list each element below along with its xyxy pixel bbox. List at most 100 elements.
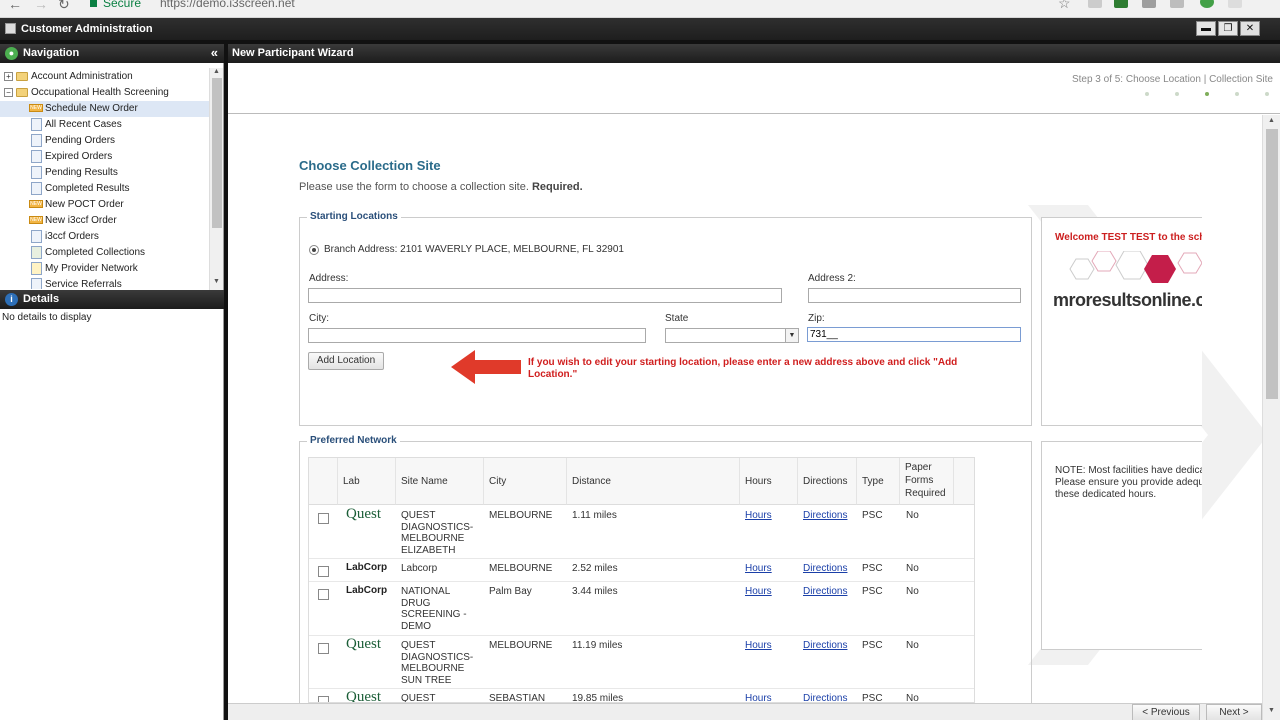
preferred-network-table: Lab Site Name City Distance Hours Direct… <box>308 457 975 703</box>
warning-text-line2: Location." <box>528 369 578 380</box>
scroll-up-icon[interactable]: ▲ <box>213 68 220 75</box>
row-checkbox[interactable] <box>318 643 329 654</box>
close-button[interactable]: ✕ <box>1240 21 1260 36</box>
address2-label: Address 2: <box>808 273 856 284</box>
scroll-down-icon[interactable]: ▼ <box>213 278 220 285</box>
back-icon[interactable]: ← <box>8 0 22 12</box>
row-divider <box>309 688 974 689</box>
address2-input[interactable] <box>808 288 1021 303</box>
row-divider <box>309 581 974 582</box>
tree-item-completed-collections[interactable]: Completed Collections <box>0 245 210 261</box>
note-panel: NOTE: Most facilities have dedicat Pleas… <box>1041 441 1202 650</box>
mroresultsonline-logo: mroresultsonline.c <box>1053 290 1202 310</box>
tree-item-account-administration[interactable]: + Account Administration <box>0 69 210 85</box>
chevron-down-icon: ▼ <box>785 329 798 342</box>
tree-item-my-provider-network[interactable]: My Provider Network <box>0 261 210 277</box>
column-header-select <box>309 458 338 505</box>
extension-icon[interactable] <box>1228 0 1242 8</box>
row-divider <box>309 558 974 559</box>
tree-item-all-recent-cases[interactable]: All Recent Cases <box>0 117 210 133</box>
step-dot <box>1235 92 1239 96</box>
directions-link[interactable]: Directions <box>803 510 847 521</box>
city-input[interactable] <box>308 328 646 343</box>
hours-link[interactable]: Hours <box>745 563 772 574</box>
column-header-type[interactable]: Type <box>857 458 900 505</box>
collapse-icon[interactable]: « <box>211 45 218 60</box>
extension-icon[interactable] <box>1142 0 1156 8</box>
document-icon <box>31 118 42 131</box>
tree-item-new-poct-order[interactable]: NEW New POCT Order <box>0 197 210 213</box>
column-header-directions[interactable]: Directions <box>798 458 857 505</box>
extension-icon[interactable] <box>1114 0 1128 8</box>
extension-icon[interactable] <box>1200 0 1214 8</box>
row-checkbox[interactable] <box>318 589 329 600</box>
step-dot-active <box>1205 92 1209 96</box>
tree-item-service-referrals[interactable]: Service Referrals <box>0 277 210 289</box>
browser-address-bar: ← → ↻ Secure https://demo.i3screen.net ☆ <box>0 0 1280 18</box>
warning-text-line1: If you wish to edit your starting locati… <box>528 357 958 368</box>
tree-item-i3ccf-orders[interactable]: i3ccf Orders <box>0 229 210 245</box>
welcome-panel: Welcome TEST TEST to the sch mroresultso… <box>1041 217 1202 426</box>
column-header-site-name[interactable]: Site Name <box>396 458 484 505</box>
reload-icon[interactable]: ↻ <box>58 0 70 13</box>
wizard-area: Step 3 of 5: Choose Location | Collectio… <box>228 63 1280 720</box>
secure-indicator[interactable]: Secure <box>90 0 141 10</box>
main-scrollbar[interactable]: ▲ ▼ <box>1262 115 1280 720</box>
expand-icon[interactable]: + <box>4 72 13 81</box>
document-icon <box>31 166 42 179</box>
navigation-scrollbar[interactable]: ▲ ▼ <box>209 68 223 290</box>
next-button[interactable]: Next > <box>1206 704 1262 720</box>
minimize-button[interactable]: ▬ <box>1196 21 1216 36</box>
document-icon <box>31 150 42 163</box>
address-label: Address: <box>309 273 349 284</box>
scroll-down-icon[interactable]: ▼ <box>1268 707 1275 714</box>
tree-item-completed-results[interactable]: Completed Results <box>0 181 210 197</box>
add-location-button[interactable]: Add Location <box>308 352 384 370</box>
row-checkbox[interactable] <box>318 513 329 524</box>
column-header-city[interactable]: City <box>484 458 567 505</box>
extension-icon[interactable] <box>1088 0 1102 8</box>
navigation-header: ● Navigation « <box>0 44 224 63</box>
column-header-hours[interactable]: Hours <box>740 458 798 505</box>
hours-link[interactable]: Hours <box>745 510 772 521</box>
bookmark-star-icon[interactable]: ☆ <box>1058 0 1071 12</box>
collapse-node-icon[interactable]: − <box>4 88 13 97</box>
directions-link[interactable]: Directions <box>803 563 847 574</box>
folder-open-icon <box>16 88 28 97</box>
info-icon: i <box>5 293 18 306</box>
hours-link[interactable]: Hours <box>745 586 772 597</box>
scrollbar-thumb[interactable] <box>1266 129 1278 399</box>
tree-item-expired-orders[interactable]: Expired Orders <box>0 149 210 165</box>
branch-address-label: Branch Address: 2101 WAVERLY PLACE, MELB… <box>324 244 624 255</box>
hours-link[interactable]: Hours <box>745 640 772 651</box>
page-title: Choose Collection Site <box>299 158 441 173</box>
directions-link[interactable]: Directions <box>803 693 847 702</box>
column-header-paper-forms-required[interactable]: Paper Forms Required <box>900 458 954 505</box>
app-icon <box>5 23 16 34</box>
scroll-up-icon[interactable]: ▲ <box>1268 117 1275 124</box>
maximize-button[interactable]: ❐ <box>1218 21 1238 36</box>
directions-link[interactable]: Directions <box>803 586 847 597</box>
previous-button[interactable]: < Previous <box>1132 704 1200 720</box>
row-checkbox[interactable] <box>318 566 329 577</box>
directions-link[interactable]: Directions <box>803 640 847 651</box>
tree-item-new-i3ccf-order[interactable]: NEW New i3ccf Order <box>0 213 210 229</box>
column-header-lab[interactable]: Lab <box>338 458 396 505</box>
forward-icon[interactable]: → <box>34 0 48 12</box>
document-icon <box>31 182 42 195</box>
extension-icon[interactable] <box>1170 0 1184 8</box>
row-checkbox[interactable] <box>318 696 329 702</box>
tree-item-pending-results[interactable]: Pending Results <box>0 165 210 181</box>
url-text[interactable]: https://demo.i3screen.net <box>160 0 295 10</box>
document-icon <box>31 134 42 147</box>
tree-item-schedule-new-order[interactable]: NEW Schedule New Order <box>0 101 210 117</box>
tree-item-pending-orders[interactable]: Pending Orders <box>0 133 210 149</box>
tree-item-occupational-health-screening[interactable]: − Occupational Health Screening <box>0 85 210 101</box>
state-select[interactable]: ▼ <box>665 328 799 343</box>
zip-input[interactable] <box>807 327 1021 342</box>
branch-address-radio[interactable] <box>309 245 319 255</box>
hours-link[interactable]: Hours <box>745 693 772 702</box>
scrollbar-thumb[interactable] <box>212 78 222 228</box>
column-header-distance[interactable]: Distance <box>567 458 740 505</box>
address-input[interactable] <box>308 288 782 303</box>
